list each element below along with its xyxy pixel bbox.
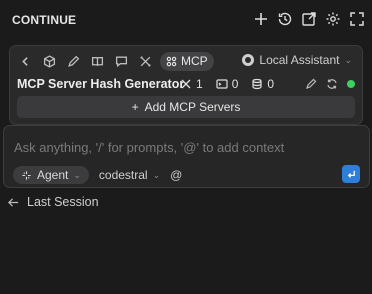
mcp-server-row: MCP Server Hash Generator 1 0 0 bbox=[17, 76, 355, 94]
mcp-toolbar: MCP bbox=[16, 51, 214, 71]
server-stats: 1 0 0 bbox=[180, 77, 274, 91]
resources-stat: 0 bbox=[251, 77, 274, 91]
server-status-dot bbox=[347, 80, 355, 88]
mcp-card: MCP Local Assistant ⌄ MCP Server Hash Ge… bbox=[9, 45, 363, 125]
add-context-button[interactable]: @ bbox=[170, 168, 182, 182]
enter-icon bbox=[347, 170, 355, 178]
last-session-link[interactable]: Last Session bbox=[7, 195, 99, 209]
panel-header: CONTINUE bbox=[0, 0, 372, 38]
edit-icon[interactable] bbox=[305, 78, 317, 90]
assistant-avatar-icon bbox=[242, 54, 255, 66]
gear-icon[interactable] bbox=[324, 10, 342, 28]
plus-icon[interactable] bbox=[252, 10, 270, 28]
assistant-selector[interactable]: Local Assistant ⌄ bbox=[242, 53, 352, 67]
sparkle-icon bbox=[22, 170, 31, 180]
chat-input-placeholder[interactable]: Ask anything, '/' for prompts, '@' to ad… bbox=[14, 140, 284, 155]
tools-count-icon bbox=[181, 79, 191, 89]
mode-selector[interactable]: Agent ⌄ bbox=[13, 166, 89, 184]
database-icon bbox=[252, 78, 262, 90]
model-label: codestral bbox=[98, 168, 148, 182]
arrow-left-icon bbox=[8, 197, 19, 207]
chat-icon[interactable] bbox=[112, 52, 130, 70]
open-external-icon[interactable] bbox=[300, 10, 318, 28]
input-toolbar: Agent ⌄ codestral ⌄ @ bbox=[13, 166, 182, 184]
server-actions bbox=[305, 78, 355, 90]
prompts-stat: 0 bbox=[216, 77, 239, 91]
tab-mcp[interactable]: MCP bbox=[160, 51, 214, 71]
chevron-down-icon: ⌄ bbox=[73, 169, 81, 180]
tools-stat: 1 bbox=[180, 77, 203, 91]
chat-input-box[interactable]: Ask anything, '/' for prompts, '@' to ad… bbox=[3, 125, 370, 188]
chevron-down-icon: ⌄ bbox=[344, 54, 352, 65]
terminal-icon bbox=[216, 79, 228, 89]
server-name: MCP Server Hash Generator bbox=[17, 77, 185, 91]
chevron-left-icon[interactable] bbox=[16, 52, 34, 70]
tab-mcp-label: MCP bbox=[181, 54, 208, 68]
chevron-down-icon: ⌄ bbox=[152, 169, 161, 180]
fullscreen-icon[interactable] bbox=[348, 10, 366, 28]
plus-icon: + bbox=[131, 100, 139, 114]
panel-title: CONTINUE bbox=[12, 13, 77, 27]
cube-icon[interactable] bbox=[40, 52, 58, 70]
history-icon[interactable] bbox=[276, 10, 294, 28]
mode-label: Agent bbox=[37, 168, 69, 182]
tools-icon[interactable] bbox=[136, 52, 154, 70]
add-mcp-servers-button[interactable]: + Add MCP Servers bbox=[17, 96, 355, 118]
prompts-count: 0 bbox=[231, 77, 239, 91]
grid-icon bbox=[166, 56, 177, 66]
last-session-label: Last Session bbox=[27, 195, 99, 209]
resources-count: 0 bbox=[267, 77, 275, 91]
add-mcp-servers-label: Add MCP Servers bbox=[144, 100, 241, 114]
tools-count: 1 bbox=[196, 77, 203, 91]
model-selector[interactable]: codestral ⌄ bbox=[99, 168, 160, 182]
book-icon[interactable] bbox=[88, 52, 106, 70]
pencil-icon[interactable] bbox=[64, 52, 82, 70]
refresh-icon[interactable] bbox=[326, 78, 338, 90]
submit-button[interactable] bbox=[342, 165, 360, 183]
header-actions bbox=[252, 10, 366, 28]
assistant-name: Local Assistant bbox=[259, 53, 340, 67]
